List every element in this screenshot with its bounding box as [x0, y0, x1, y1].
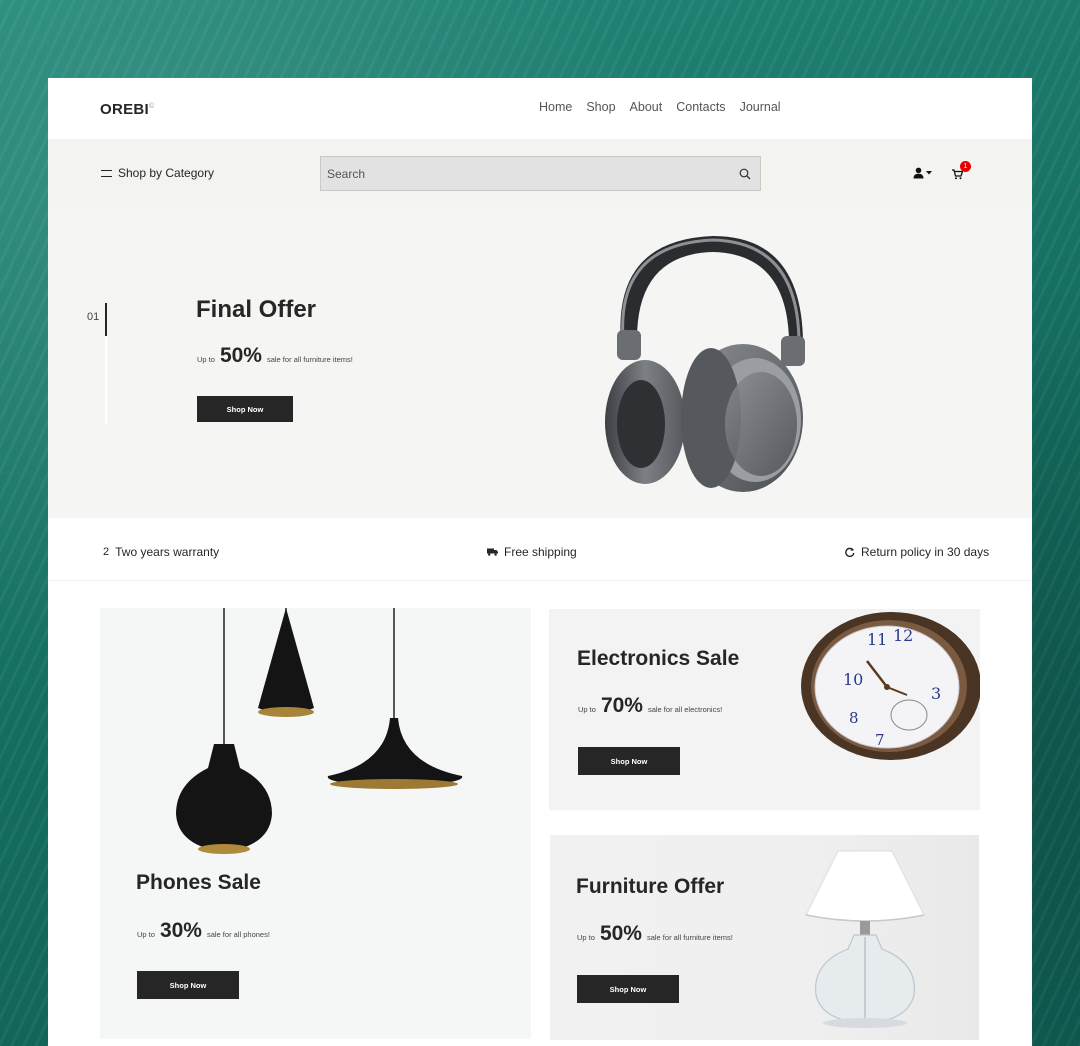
feature-returns-label: Return policy in 30 days: [861, 545, 990, 559]
svg-text:11: 11: [867, 630, 887, 649]
truck-icon: [487, 548, 498, 556]
furniture-offer-card[interactable]: Furniture Offer Up to 50% sale for all f…: [550, 835, 979, 1040]
svg-text:3: 3: [931, 684, 941, 703]
logo[interactable]: OREBI©: [100, 101, 154, 118]
slide-number[interactable]: 01: [87, 311, 99, 323]
nav-shop[interactable]: Shop: [586, 100, 615, 114]
clock-image: 11 12 3 10 8 7: [801, 612, 980, 760]
user-icon: [913, 167, 924, 179]
feature-warranty-label: Two years warranty: [115, 545, 220, 559]
store-page: OREBI© Home Shop About Contacts Journal …: [48, 78, 1032, 1046]
svg-text:12: 12: [893, 626, 913, 645]
nav-about[interactable]: About: [630, 100, 663, 114]
promo-suffix: sale for all phones!: [206, 930, 270, 939]
features-strip: 2 Two years warranty Free shipping Retur…: [48, 518, 1032, 581]
electronics-card-title: Electronics Sale: [577, 647, 740, 670]
hero-promo: Up to 50% sale for all furniture items!: [197, 344, 353, 368]
search-box: [320, 156, 761, 191]
search-icon[interactable]: [730, 168, 760, 180]
category-button-label: Shop by Category: [118, 166, 215, 180]
svg-text:8: 8: [849, 709, 859, 727]
logo-mark: ©: [149, 103, 155, 110]
nav-journal[interactable]: Journal: [740, 100, 781, 114]
phones-sale-card[interactable]: Phones Sale Up to 30% sale for all phone…: [100, 608, 531, 1039]
electronics-sale-card[interactable]: 11 12 3 10 8 7 Electronics Sale Up to 70…: [549, 609, 980, 810]
phones-shop-now-button[interactable]: Shop Now: [137, 971, 239, 999]
furniture-card-promo: Up to 50% sale for all furniture items!: [577, 922, 733, 946]
phones-card-title: Phones Sale: [136, 871, 261, 894]
feature-shipping: Free shipping: [487, 545, 577, 559]
search-input[interactable]: [321, 166, 730, 181]
refresh-icon: [845, 547, 855, 557]
promo-prefix: Up to: [577, 933, 595, 942]
nav-home[interactable]: Home: [539, 100, 572, 114]
slide-indicator-active: [105, 303, 107, 336]
promo-prefix: Up to: [578, 705, 596, 714]
slide-indicator[interactable]: [105, 303, 107, 424]
promo-value: 70%: [600, 694, 643, 717]
header: OREBI© Home Shop About Contacts Journal: [48, 78, 1032, 139]
category-bar: Shop by Category 1: [48, 139, 1032, 208]
table-lamp-image: [805, 850, 925, 1028]
feature-warranty: 2 Two years warranty: [103, 545, 219, 559]
headphones-image: [605, 236, 805, 492]
caret-down-icon: [926, 171, 932, 175]
phones-card-promo: Up to 30% sale for all phones!: [137, 919, 270, 943]
promo-suffix: sale for all electronics!: [647, 705, 723, 714]
furniture-shop-now-button[interactable]: Shop Now: [577, 975, 679, 1003]
svg-text:7: 7: [875, 731, 885, 749]
promo-prefix: Up to: [137, 930, 155, 939]
cart-button[interactable]: 1: [952, 161, 971, 185]
shop-by-category-button[interactable]: Shop by Category: [101, 166, 214, 180]
promo-value: 30%: [159, 919, 202, 942]
promo-value: 50%: [599, 922, 642, 945]
electronics-shop-now-button[interactable]: Shop Now: [578, 747, 680, 775]
svg-text:10: 10: [843, 670, 863, 689]
hero-banner: 01 Final Offer Up to 50% sale for all fu…: [48, 208, 1032, 518]
electronics-card-promo: Up to 70% sale for all electronics!: [578, 694, 722, 718]
promo-suffix: sale for all furniture items!: [646, 933, 733, 942]
nav-contacts[interactable]: Contacts: [676, 100, 725, 114]
menu-icon: [101, 169, 112, 177]
hero-title: Final Offer: [196, 296, 317, 323]
main-nav: Home Shop About Contacts Journal: [539, 100, 795, 114]
promo-value: 50%: [219, 344, 262, 367]
hero-shop-now-button[interactable]: Shop Now: [197, 396, 293, 422]
feature-returns: Return policy in 30 days: [845, 545, 989, 559]
user-menu-button[interactable]: [913, 167, 932, 179]
promo-suffix: sale for all furniture items!: [266, 355, 353, 364]
warranty-icon: 2: [103, 546, 110, 558]
pendant-lamps-image: [176, 608, 463, 854]
feature-shipping-label: Free shipping: [504, 545, 577, 559]
cart-count-badge: 1: [960, 161, 971, 172]
promo-prefix: Up to: [197, 355, 215, 364]
furniture-card-title: Furniture Offer: [576, 875, 725, 898]
